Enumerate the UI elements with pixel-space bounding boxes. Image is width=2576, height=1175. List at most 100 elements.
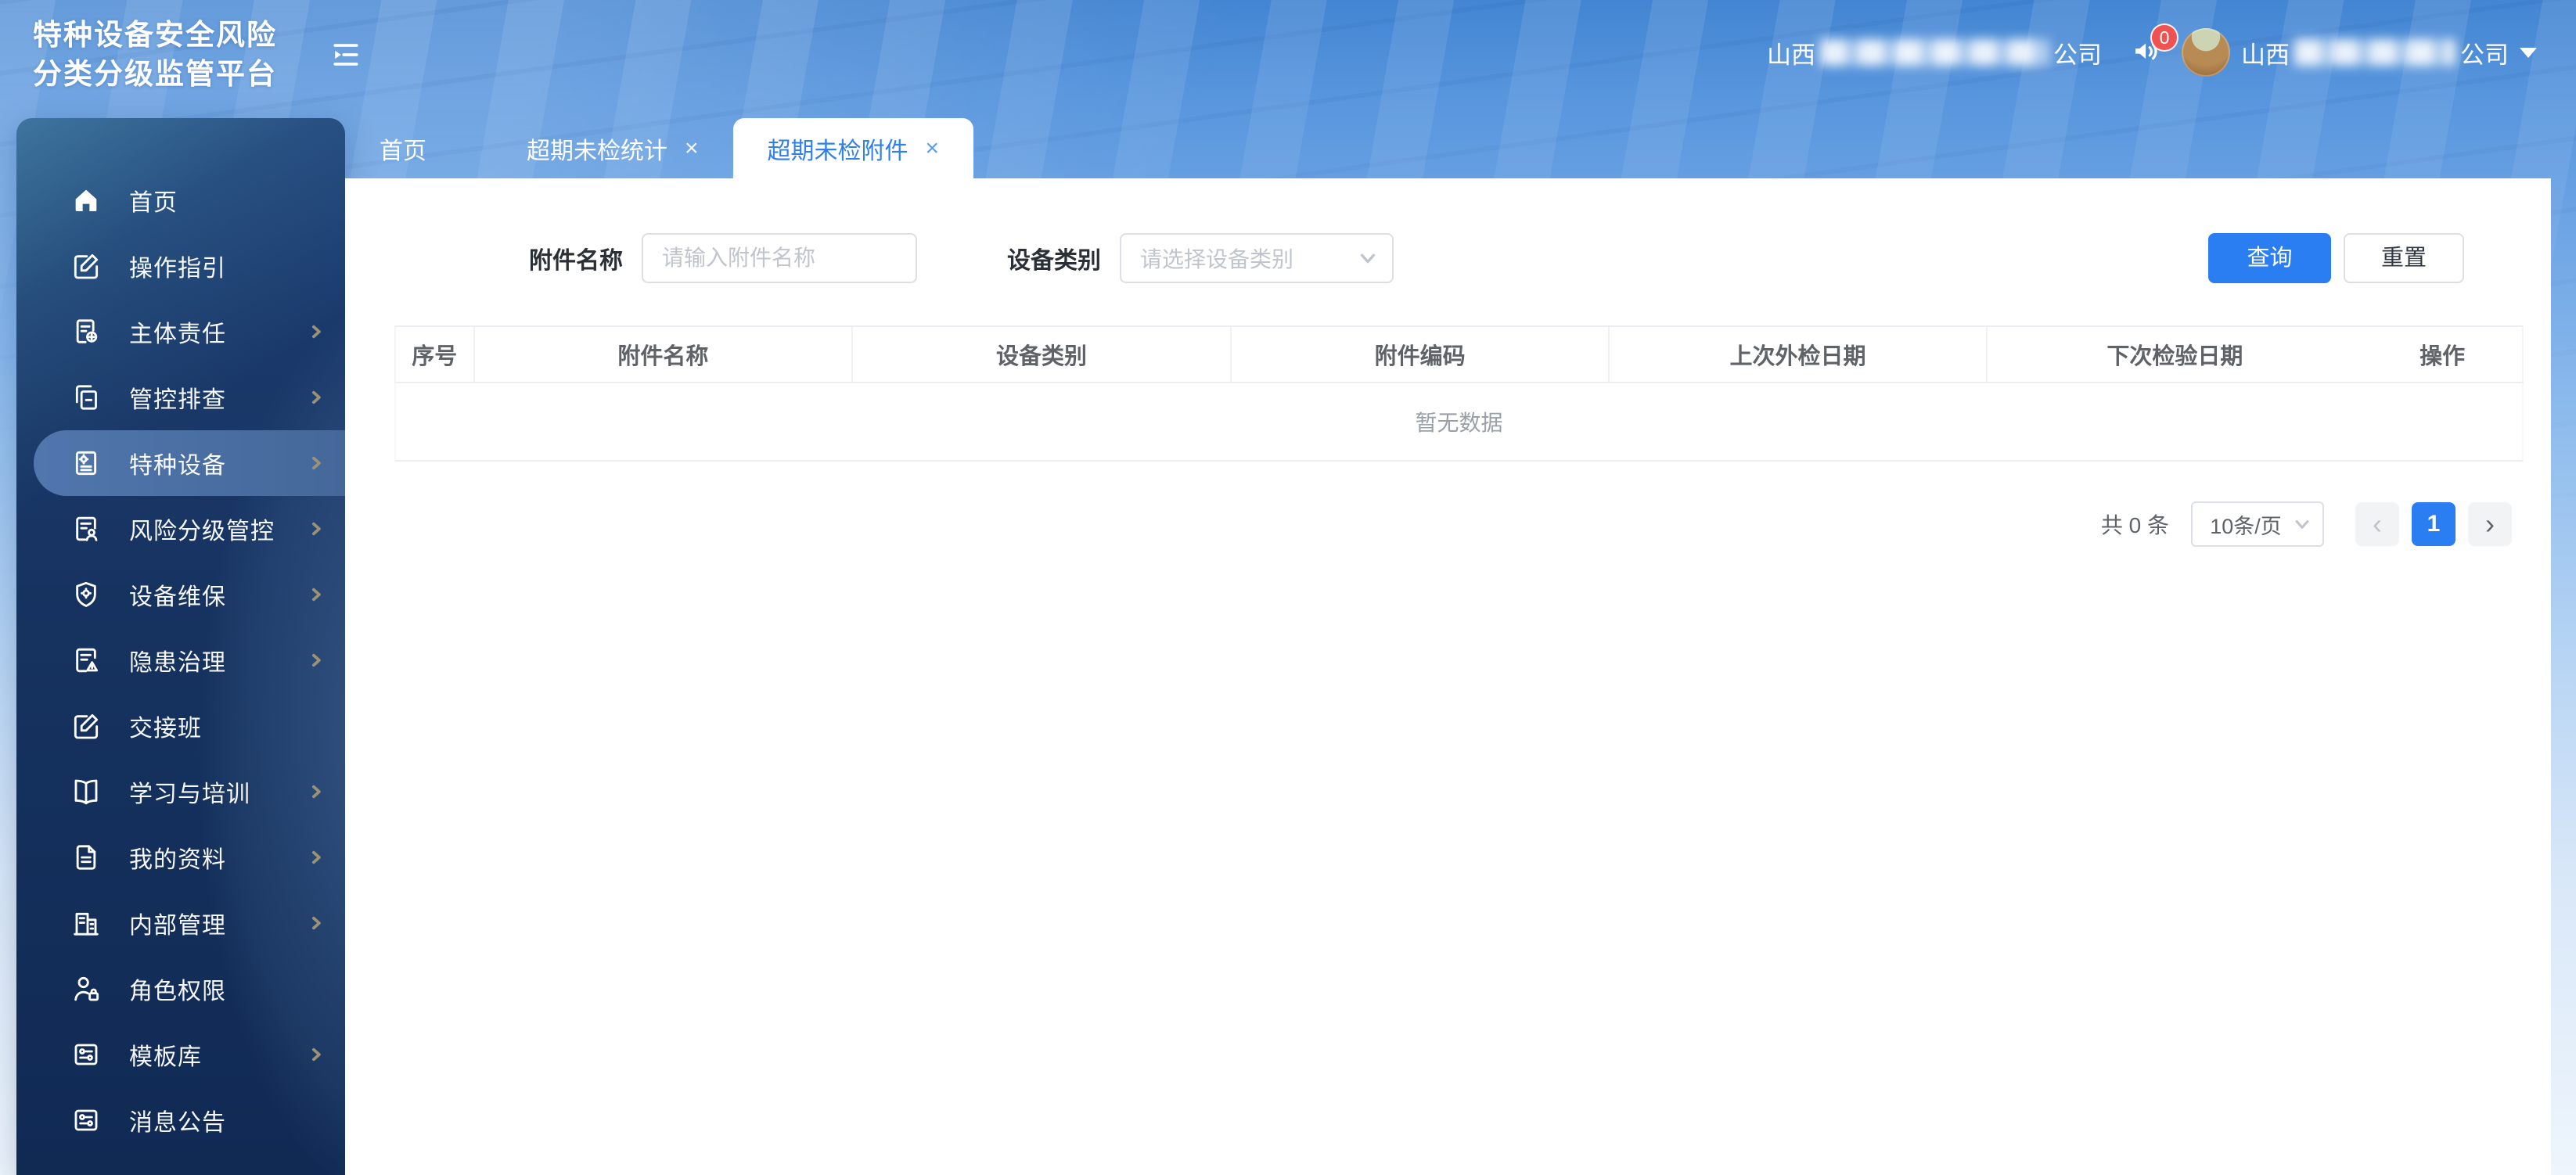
close-icon[interactable]: × <box>926 136 940 160</box>
person-lock-icon <box>70 973 102 1004</box>
chevron-right-icon <box>308 455 325 472</box>
sliders-card-icon <box>70 1039 102 1070</box>
page-size-select[interactable]: 10条/页 <box>2191 501 2324 547</box>
document-seal-icon <box>70 316 102 347</box>
chevron-down-icon <box>2293 515 2312 534</box>
home-icon <box>70 185 102 216</box>
user-menu[interactable]: 山西 公司 <box>2182 28 2537 77</box>
sidebar-item-my-documents[interactable]: 我的资料 <box>16 825 345 890</box>
user-name: 山西 公司 <box>2241 35 2509 70</box>
attachment-name-label: 附件名称 <box>529 248 623 274</box>
sidebar-item-hazard-treatment[interactable]: 隐患治理 <box>16 627 345 693</box>
column-header-index: 序号 <box>396 327 475 382</box>
tab-label: 超期未检附件 <box>767 138 908 164</box>
edit-icon <box>70 710 102 742</box>
edit-icon <box>70 250 102 282</box>
tab-label: 超期未检统计 <box>527 138 667 164</box>
user-name-prefix: 山西 <box>2241 41 2290 69</box>
device-type-filter: 设备类别 请选择设备类别 <box>1007 233 1394 283</box>
open-book-icon <box>70 776 102 807</box>
chevron-right-icon <box>308 389 325 406</box>
sidebar-collapse-icon[interactable] <box>329 38 366 75</box>
sidebar-item-label: 我的资料 <box>129 847 226 873</box>
chevron-right-icon <box>308 586 325 603</box>
sidebar-item-special-equipment[interactable]: 特种设备 <box>34 430 345 496</box>
sidebar: 首页 操作指引 主体责任 管控排查 特种设备 风险分级管控 设备维保 隐患治理 … <box>16 118 345 1175</box>
sidebar-item-control-inspection[interactable]: 管控排查 <box>16 365 345 430</box>
sidebar-item-learning-training[interactable]: 学习与培训 <box>16 759 345 825</box>
chevron-right-icon <box>308 1046 325 1063</box>
sidebar-item-risk-grading-control[interactable]: 风险分级管控 <box>16 496 345 562</box>
redacted-user-text <box>2294 39 2455 66</box>
sidebar-item-equipment-maintenance[interactable]: 设备维保 <box>16 562 345 627</box>
header-right-cluster: 山西 公司 0 山西 公司 <box>1767 23 2537 78</box>
sidebar-item-role-permissions[interactable]: 角色权限 <box>16 956 345 1022</box>
company-name: 山西 公司 <box>1767 35 2102 70</box>
close-icon[interactable]: × <box>685 136 699 160</box>
user-name-suffix: 公司 <box>2460 41 2509 69</box>
sidebar-item-label: 内部管理 <box>129 913 226 939</box>
reset-button[interactable]: 重置 <box>2344 233 2464 283</box>
copy-docs-icon <box>70 382 102 413</box>
pagination-total: 共 0 条 <box>2100 513 2169 537</box>
sidebar-item-label: 隐患治理 <box>129 650 226 676</box>
app-title-line2: 分类分级监管平台 <box>33 58 277 90</box>
sidebar-item-label: 学习与培训 <box>129 782 250 807</box>
user-avatar <box>2182 28 2230 77</box>
chevron-right-icon <box>308 849 325 866</box>
company-name-prefix: 山西 <box>1767 41 1815 69</box>
search-button[interactable]: 查询 <box>2208 233 2331 283</box>
app-logo: 特种设备安全风险 分类分级监管平台 <box>33 16 277 94</box>
attachments-table: 序号 附件名称 设备类别 附件编码 上次外检日期 下次检验日期 操作 暂无数据 <box>394 325 2524 462</box>
sidebar-item-label: 风险分级管控 <box>129 519 275 544</box>
sidebar-item-label: 消息公告 <box>129 1110 226 1136</box>
tab-home[interactable]: 首页 <box>345 118 461 178</box>
chevron-right-icon <box>308 914 325 932</box>
attachment-name-filter: 附件名称 <box>529 233 917 283</box>
sidebar-item-home[interactable]: 首页 <box>16 167 345 233</box>
building-icon <box>70 907 102 939</box>
sidebar-item-entity-responsibility[interactable]: 主体责任 <box>16 299 345 365</box>
sidebar-item-operation-guide[interactable]: 操作指引 <box>16 233 345 299</box>
shield-gear-icon <box>70 579 102 610</box>
sidebar-item-internal-management[interactable]: 内部管理 <box>16 890 345 956</box>
tab-overdue-statistics[interactable]: 超期未检统计 × <box>492 118 733 178</box>
chevron-right-icon <box>308 783 325 800</box>
sidebar-item-label: 设备维保 <box>129 584 226 610</box>
column-header-last-inspection-date: 上次外检日期 <box>1610 327 1988 382</box>
column-header-device-type: 设备类别 <box>853 327 1232 382</box>
sidebar-item-label: 首页 <box>129 190 178 216</box>
column-header-attachment-code: 附件编码 <box>1232 327 1610 382</box>
chevron-right-icon <box>308 520 325 537</box>
sliders-card-icon <box>70 1105 102 1136</box>
document-person-icon <box>70 513 102 544</box>
tab-overdue-attachments[interactable]: 超期未检附件 × <box>732 118 974 178</box>
current-page-button[interactable]: 1 <box>2412 502 2455 546</box>
sidebar-item-shift-handover[interactable]: 交接班 <box>16 693 345 759</box>
device-type-select[interactable]: 请选择设备类别 <box>1120 233 1394 283</box>
company-name-suffix: 公司 <box>2053 41 2102 69</box>
chevron-down-icon <box>1358 248 1378 268</box>
sidebar-item-label: 交接班 <box>129 716 202 742</box>
page-size-value: 10条/页 <box>2210 514 2282 538</box>
table-header-row: 序号 附件名称 设备类别 附件编码 上次外检日期 下次检验日期 操作 <box>394 325 2524 383</box>
chevron-right-icon <box>308 652 325 669</box>
notification-button[interactable]: 0 <box>2130 23 2178 70</box>
attachment-name-input[interactable] <box>642 233 917 283</box>
chevron-right-icon <box>308 323 325 340</box>
document-gear-icon <box>70 447 102 479</box>
sidebar-item-label: 模板库 <box>129 1044 202 1070</box>
open-page-tabs: 首页 超期未检统计 × 超期未检附件 × <box>345 118 974 178</box>
prev-page-button[interactable]: ‹ <box>2355 502 2399 546</box>
sidebar-item-label: 角色权限 <box>129 979 226 1004</box>
document-warning-icon <box>70 645 102 676</box>
device-type-label: 设备类别 <box>1007 248 1101 274</box>
sidebar-item-label: 管控排查 <box>129 387 226 413</box>
next-page-button[interactable]: › <box>2468 502 2512 546</box>
device-type-placeholder: 请选择设备类别 <box>1140 247 1294 271</box>
notification-badge: 0 <box>2150 23 2178 52</box>
caret-down-icon <box>2520 47 2537 58</box>
sidebar-item-label: 主体责任 <box>129 322 226 347</box>
sidebar-item-announcements[interactable]: 消息公告 <box>16 1087 345 1153</box>
sidebar-item-template-library[interactable]: 模板库 <box>16 1022 345 1087</box>
